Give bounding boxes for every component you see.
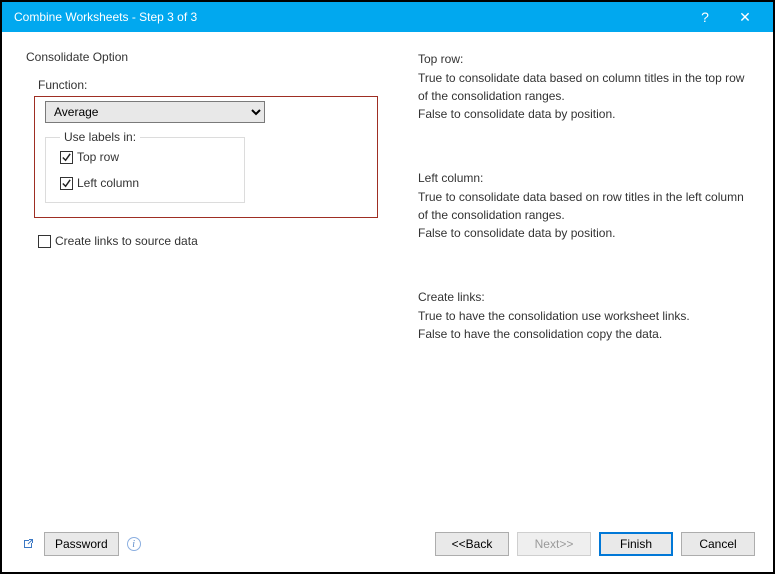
- help-icon: ?: [701, 9, 709, 25]
- help-text: True to consolidate data based on column…: [418, 69, 749, 105]
- left-panel: Consolidate Option Function: Average Use…: [26, 50, 386, 510]
- create-links-checkbox[interactable]: [38, 235, 51, 248]
- help-title: Create links:: [418, 288, 749, 306]
- help-text: True to have the consolidation use works…: [418, 307, 749, 325]
- labels-group: Use labels in: Top row Left column: [45, 137, 245, 203]
- footer: Password i <<Back Next>> Finish Cancel: [2, 522, 773, 572]
- function-label: Function:: [38, 78, 386, 92]
- left-column-label: Left column: [77, 176, 139, 190]
- top-row-checkbox[interactable]: [60, 151, 73, 164]
- titlebar: Combine Worksheets - Step 3 of 3 ? ✕: [2, 2, 773, 32]
- window-title: Combine Worksheets - Step 3 of 3: [10, 10, 685, 24]
- help-top-row: Top row: True to consolidate data based …: [418, 50, 749, 123]
- left-column-checkbox[interactable]: [60, 177, 73, 190]
- close-icon: ✕: [739, 9, 751, 26]
- help-button[interactable]: ?: [685, 2, 725, 32]
- back-button[interactable]: <<Back: [435, 532, 509, 556]
- next-button: Next>>: [517, 532, 591, 556]
- highlight-box: Average Use labels in: Top row Le: [34, 96, 378, 218]
- left-column-checkbox-row[interactable]: Left column: [60, 176, 230, 190]
- create-links-label: Create links to source data: [55, 234, 198, 248]
- top-row-label: Top row: [77, 150, 119, 164]
- help-title: Left column:: [418, 169, 749, 187]
- top-row-checkbox-row[interactable]: Top row: [60, 150, 230, 164]
- main-content: Consolidate Option Function: Average Use…: [2, 32, 773, 522]
- help-text: False to consolidate data by position.: [418, 105, 749, 123]
- create-links-checkbox-row[interactable]: Create links to source data: [38, 234, 386, 248]
- consolidate-option-group: Consolidate Option Function: Average Use…: [26, 50, 386, 248]
- help-text: False to consolidate data by position.: [418, 224, 749, 242]
- help-title: Top row:: [418, 50, 749, 68]
- help-text: True to consolidate data based on row ti…: [418, 188, 749, 224]
- finish-button[interactable]: Finish: [599, 532, 673, 556]
- password-button[interactable]: Password: [44, 532, 119, 556]
- consolidate-option-label: Consolidate Option: [26, 50, 386, 64]
- check-icon: [61, 152, 72, 163]
- close-button[interactable]: ✕: [725, 2, 765, 32]
- footer-left: Password i: [20, 532, 141, 556]
- footer-right: <<Back Next>> Finish Cancel: [435, 532, 755, 556]
- help-create-links: Create links: True to have the consolida…: [418, 288, 749, 343]
- external-link-icon[interactable]: [20, 536, 36, 552]
- check-icon: [61, 178, 72, 189]
- labels-legend: Use labels in:: [60, 130, 140, 144]
- cancel-button[interactable]: Cancel: [681, 532, 755, 556]
- help-left-column: Left column: True to consolidate data ba…: [418, 169, 749, 242]
- help-text: False to have the consolidation copy the…: [418, 325, 749, 343]
- info-icon[interactable]: i: [127, 537, 141, 551]
- right-panel: Top row: True to consolidate data based …: [418, 50, 749, 510]
- function-select[interactable]: Average: [45, 101, 265, 123]
